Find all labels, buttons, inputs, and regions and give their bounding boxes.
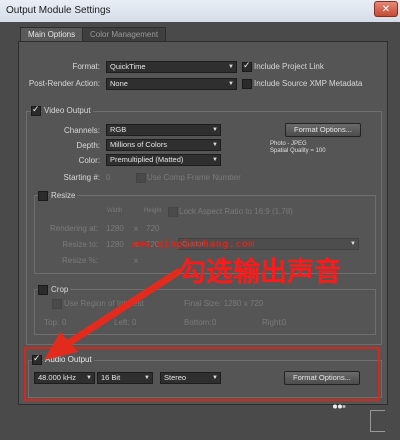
annotation-text: 勾选输出声音 (179, 257, 341, 288)
red-arrow-icon (44, 268, 182, 360)
watermark-text: www.qinpinchang.com (131, 239, 255, 250)
